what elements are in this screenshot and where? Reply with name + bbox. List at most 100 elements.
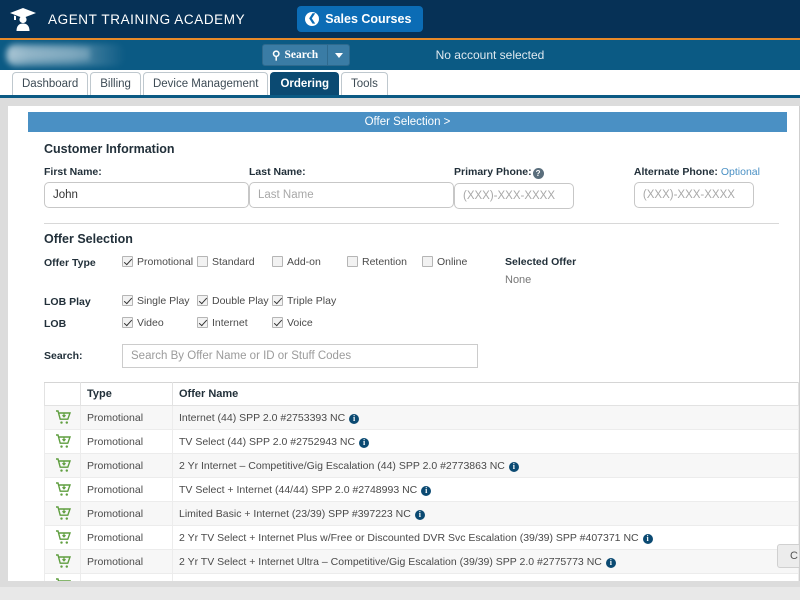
tab-dashboard[interactable]: Dashboard bbox=[12, 72, 89, 95]
primary-phone-field-group: Primary Phone:? bbox=[454, 166, 634, 209]
first-name-input[interactable] bbox=[44, 182, 249, 208]
continue-button[interactable]: C bbox=[777, 544, 799, 568]
checkbox-promotional[interactable]: Promotional bbox=[122, 256, 197, 268]
table-row[interactable]: Promotional TV Select + Internet (44/44)… bbox=[44, 477, 799, 502]
add-to-cart-cell[interactable] bbox=[44, 549, 81, 574]
offer-type-cell: Promotional bbox=[80, 405, 173, 430]
offer-type-cell: Promotional bbox=[80, 525, 173, 550]
offers-col-name: Offer Name bbox=[172, 382, 799, 406]
checkbox-retention[interactable]: Retention bbox=[347, 256, 422, 268]
tab-billing[interactable]: Billing bbox=[90, 72, 141, 95]
search-dropdown-toggle[interactable] bbox=[328, 44, 351, 66]
info-icon[interactable]: i bbox=[605, 557, 616, 568]
first-name-label: First Name: bbox=[44, 166, 102, 178]
search-icon: ⚲ bbox=[272, 50, 281, 62]
checkbox-promotional-box[interactable] bbox=[122, 256, 133, 267]
checkbox-retention-box[interactable] bbox=[347, 256, 358, 267]
table-row[interactable]: Promotional 2 Yr Internet – Competitive/… bbox=[44, 453, 799, 478]
primary-phone-label: Primary Phone:? bbox=[454, 166, 634, 179]
checkbox-single-play-box[interactable] bbox=[122, 295, 133, 306]
table-row[interactable]: Promotional Limited Basic + Internet (23… bbox=[44, 501, 799, 526]
alternate-phone-input[interactable] bbox=[633, 182, 754, 208]
offers-table-body: Promotional Internet (44) SPP 2.0 #27533… bbox=[44, 405, 799, 582]
table-row[interactable]: Promotional TV Select (44) SPP 2.0 #2752… bbox=[44, 429, 799, 454]
info-icon[interactable]: i bbox=[508, 461, 519, 472]
add-to-cart-cell[interactable] bbox=[44, 405, 81, 430]
info-icon[interactable]: i bbox=[421, 485, 432, 496]
shopping-cart-icon[interactable] bbox=[55, 458, 71, 473]
checkbox-triple-play[interactable]: Triple Play bbox=[272, 295, 347, 307]
lob-play-row: LOB Play Single Play Double Play Triple … bbox=[44, 295, 799, 308]
add-to-cart-cell[interactable] bbox=[44, 525, 81, 550]
checkbox-video-label: Video bbox=[137, 317, 164, 329]
add-to-cart-cell[interactable] bbox=[44, 501, 81, 526]
table-row[interactable]: Promotional 2 Yr TV Select + Internet Ul… bbox=[44, 549, 799, 574]
checkbox-double-play[interactable]: Double Play bbox=[197, 295, 272, 307]
shopping-cart-icon[interactable] bbox=[55, 482, 71, 497]
checkbox-standard[interactable]: Standard bbox=[197, 256, 272, 268]
alternate-phone-optional-note: Optional bbox=[720, 166, 760, 178]
checkbox-voice[interactable]: Voice bbox=[272, 317, 347, 329]
checkbox-internet[interactable]: Internet bbox=[197, 317, 272, 329]
tab-ordering[interactable]: Ordering bbox=[270, 72, 339, 95]
info-icon[interactable]: i bbox=[349, 413, 360, 424]
offer-name-text: Limited Basic + Internet (23/39) SPP #39… bbox=[179, 507, 411, 520]
offer-name-text: 2 Yr TV Select + Internet Ultra – Compet… bbox=[179, 580, 627, 582]
shopping-cart-icon[interactable] bbox=[55, 506, 71, 521]
sales-courses-label: Sales Courses bbox=[325, 12, 412, 26]
add-to-cart-cell[interactable] bbox=[44, 477, 81, 502]
shopping-cart-icon[interactable] bbox=[55, 578, 71, 581]
checkbox-internet-box[interactable] bbox=[197, 317, 208, 328]
add-to-cart-cell[interactable] bbox=[44, 573, 81, 581]
checkbox-online-box[interactable] bbox=[422, 256, 433, 267]
offer-search-input[interactable] bbox=[122, 344, 478, 368]
tab-tools[interactable]: Tools bbox=[341, 72, 388, 95]
checkbox-single-play[interactable]: Single Play bbox=[122, 295, 197, 307]
info-icon[interactable]: i bbox=[359, 437, 370, 448]
last-name-label: Last Name: bbox=[249, 166, 306, 178]
table-row[interactable]: Promotional 2 Yr TV Select + Internet Pl… bbox=[44, 525, 799, 550]
lob-play-label: LOB Play bbox=[44, 296, 91, 308]
checkbox-add-on-box[interactable] bbox=[272, 256, 283, 267]
add-to-cart-cell[interactable] bbox=[44, 429, 81, 454]
checkbox-add-on[interactable]: Add-on bbox=[272, 256, 347, 268]
sales-courses-button[interactable]: ❮ Sales Courses bbox=[297, 6, 424, 32]
checkbox-online[interactable]: Online bbox=[422, 256, 497, 268]
lob-label: LOB bbox=[44, 318, 67, 330]
offer-type-cell: Promotional bbox=[80, 573, 173, 581]
checkbox-video-box[interactable] bbox=[122, 317, 133, 328]
checkbox-video[interactable]: Video bbox=[122, 317, 197, 329]
search-button[interactable]: ⚲ Search bbox=[262, 44, 329, 66]
offer-type-label: Offer Type bbox=[44, 257, 96, 269]
checkbox-promotional-label: Promotional bbox=[137, 256, 194, 268]
offer-selection-heading: Offer Selection bbox=[44, 232, 133, 246]
selected-offer-title: Selected Offer bbox=[505, 256, 577, 268]
help-icon[interactable]: ? bbox=[532, 168, 544, 179]
info-icon[interactable]: i bbox=[414, 509, 425, 520]
checkbox-double-play-label: Double Play bbox=[212, 295, 269, 307]
tab-device-management[interactable]: Device Management bbox=[142, 72, 269, 95]
offer-name-text: TV Select (44) SPP 2.0 #2752943 NC bbox=[179, 435, 356, 448]
offers-table-header-row: Type Offer Name bbox=[44, 382, 799, 406]
shopping-cart-icon[interactable] bbox=[55, 530, 71, 545]
checkbox-standard-box[interactable] bbox=[197, 256, 208, 267]
table-row[interactable]: Promotional Internet (44) SPP 2.0 #27533… bbox=[44, 405, 799, 430]
add-to-cart-cell[interactable] bbox=[44, 453, 81, 478]
last-name-input[interactable] bbox=[249, 182, 454, 208]
offers-col-cart bbox=[44, 382, 81, 406]
graduation-cap-icon bbox=[10, 8, 36, 31]
primary-phone-input[interactable] bbox=[454, 183, 574, 209]
checkbox-double-play-box[interactable] bbox=[197, 295, 208, 306]
checkbox-voice-box[interactable] bbox=[272, 317, 283, 328]
shopping-cart-icon[interactable] bbox=[55, 410, 71, 425]
shopping-cart-icon[interactable] bbox=[55, 434, 71, 449]
table-row[interactable]: Promotional 2 Yr TV Select + Internet Ul… bbox=[44, 573, 799, 582]
info-icon[interactable]: i bbox=[642, 533, 653, 544]
offer-type-cell: Promotional bbox=[80, 453, 173, 478]
shopping-cart-icon[interactable] bbox=[55, 554, 71, 569]
checkbox-voice-label: Voice bbox=[287, 317, 313, 329]
page-body: Offer Selection > Customer Information F… bbox=[0, 98, 800, 587]
offer-name-cell: TV Select (44) SPP 2.0 #2752943 NC i bbox=[172, 429, 799, 454]
checkbox-triple-play-box[interactable] bbox=[272, 295, 283, 306]
alternate-phone-field-group: Alternate Phone: Optional bbox=[633, 166, 799, 209]
